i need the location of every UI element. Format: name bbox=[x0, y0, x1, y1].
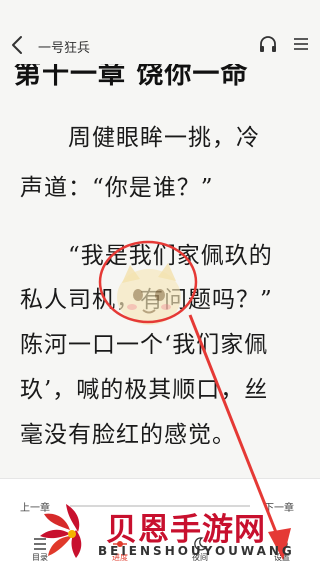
text-line: 周健眼眸一挑，冷 bbox=[20, 125, 260, 151]
menu-button[interactable] bbox=[292, 35, 310, 53]
reading-area: 第十一章 饶你一命 周健眼眸一挑，冷 声道：“你是谁？” “我是我们家佩玖的 私… bbox=[0, 0, 320, 478]
text-line: 玖’，喊的极其顺口，丝 bbox=[20, 377, 269, 403]
book-title: 一号狂兵 bbox=[38, 41, 91, 56]
mascot-watermark bbox=[117, 263, 181, 325]
top-bar: 一号狂兵 bbox=[0, 0, 320, 64]
headphone-icon bbox=[260, 36, 276, 52]
flower-logo-icon bbox=[40, 504, 82, 558]
site-watermark: 贝恩手游网 BEIENSHOUYOUWANG bbox=[36, 500, 320, 570]
text-line: 声道：“你是谁？” bbox=[20, 175, 214, 201]
chevron-left-icon bbox=[12, 36, 22, 54]
text-line: 毫没有脸红的感觉。 bbox=[20, 422, 236, 448]
menu-icon bbox=[294, 38, 308, 50]
listen-button[interactable] bbox=[258, 34, 278, 54]
back-button[interactable] bbox=[8, 34, 28, 56]
watermark-subtext: BEIENSHOUYOUWANG bbox=[98, 544, 295, 558]
watermark-text: 贝恩手游网 bbox=[106, 512, 266, 548]
